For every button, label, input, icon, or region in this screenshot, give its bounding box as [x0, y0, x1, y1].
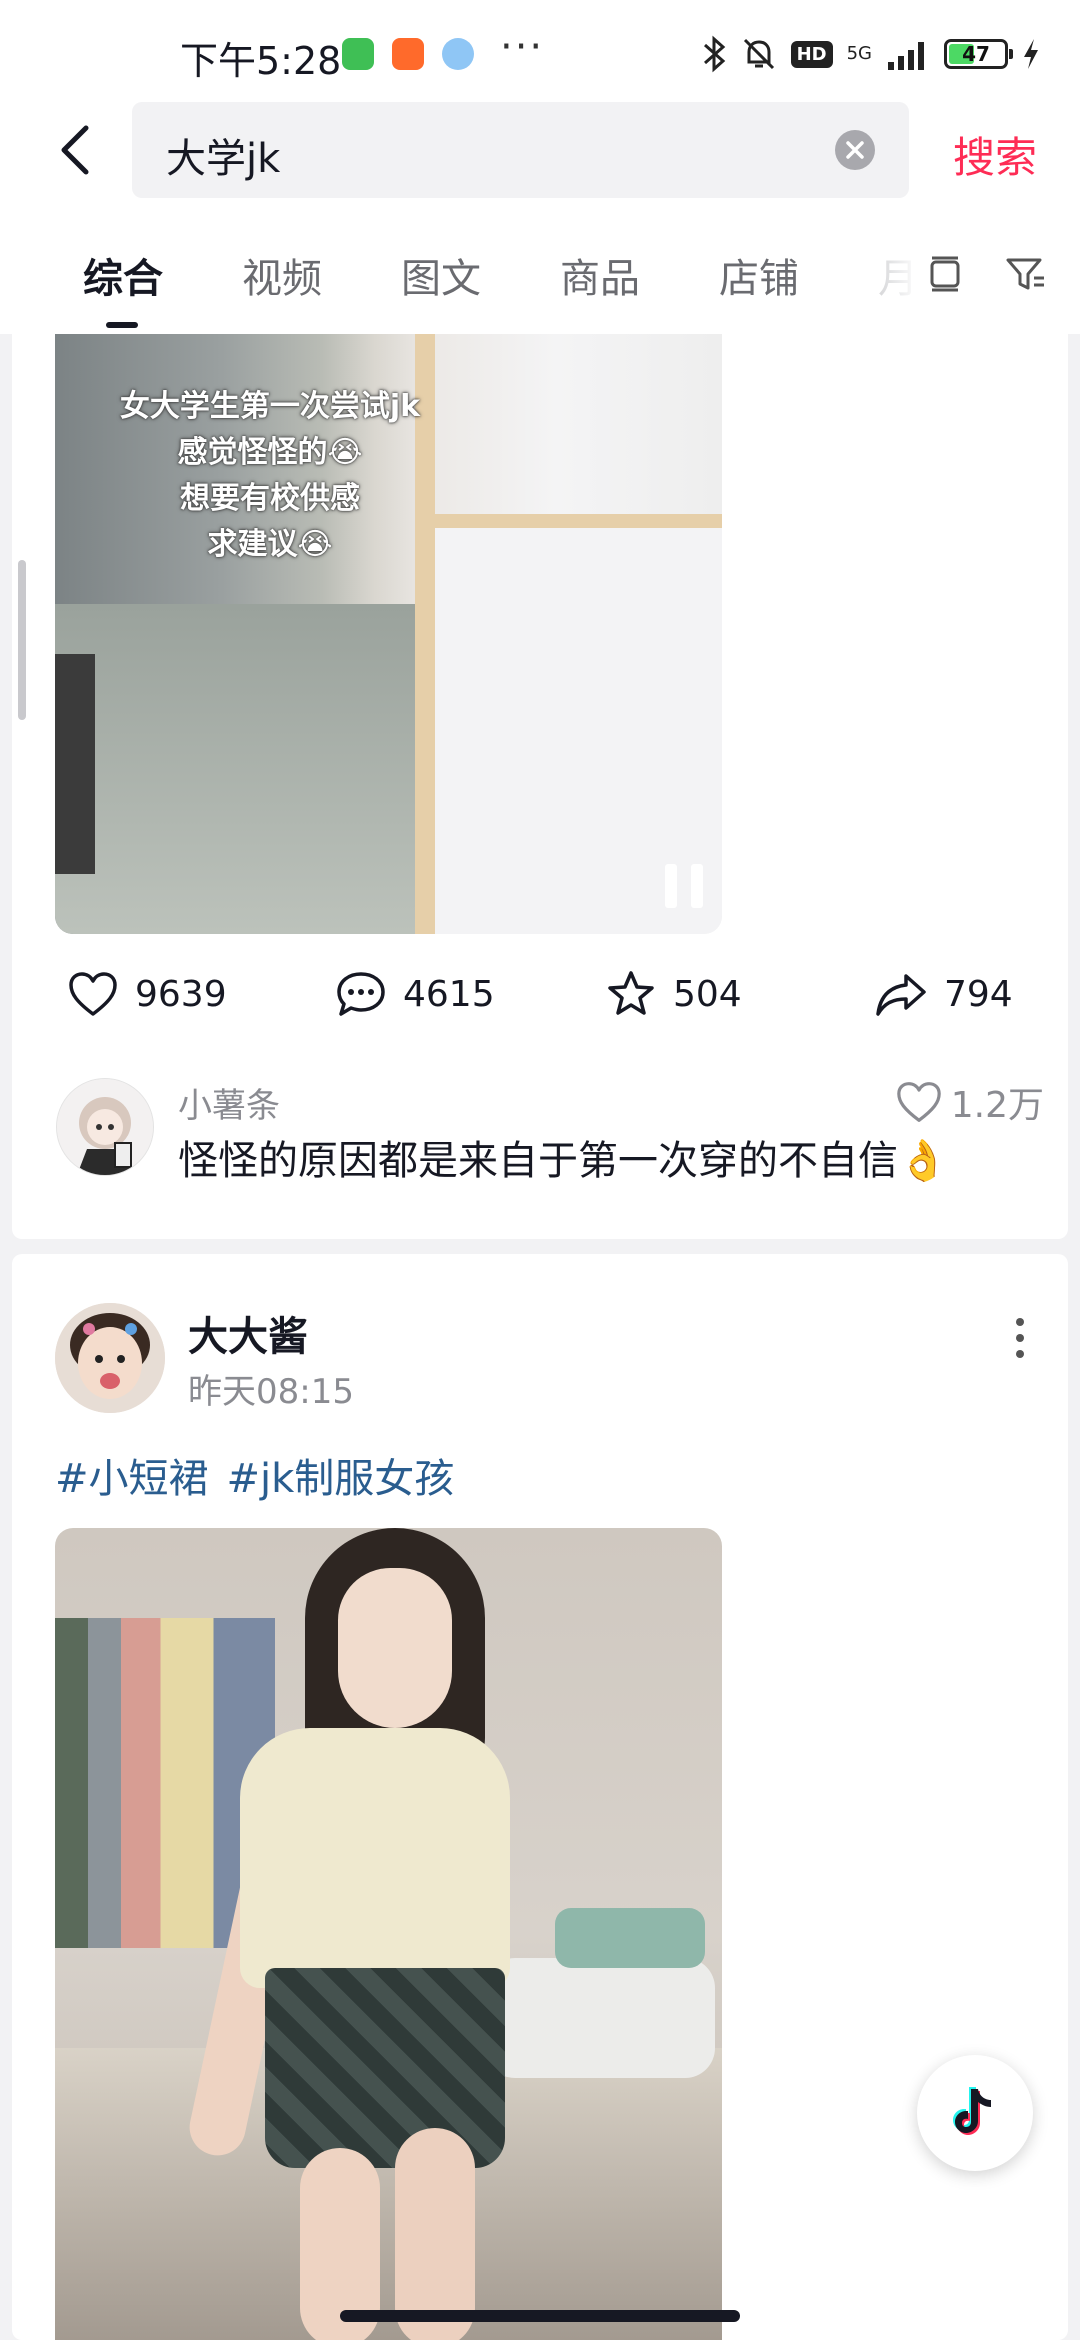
search-header: 大学jk 搜索: [0, 100, 1080, 210]
layout-icon[interactable]: [920, 248, 970, 298]
thumbnail-floor: [55, 604, 415, 934]
photo-face: [338, 1568, 452, 1728]
back-button[interactable]: [50, 120, 110, 180]
share-count: 794: [944, 973, 1013, 1015]
app-notification-icon: [342, 38, 374, 70]
photo-pillow: [485, 1958, 715, 2078]
mute-bell-icon: [743, 38, 774, 70]
like-button[interactable]: 9639: [67, 964, 227, 1024]
heart-icon: [896, 1082, 941, 1122]
caption-line: 感觉怪怪的😭: [177, 435, 363, 470]
battery-icon: 47: [944, 39, 1013, 69]
caption-line: 求建议😭: [207, 527, 333, 562]
active-tab-indicator: [106, 322, 138, 328]
favorite-count: 504: [673, 973, 742, 1015]
star-icon: [608, 971, 654, 1015]
hashtag-link[interactable]: #小短裙: [55, 1456, 209, 1502]
video-caption: 女大学生第一次尝试jk 感觉怪怪的😭 想要有校供感 求建议😭: [55, 384, 485, 568]
network-type: 5G: [846, 43, 872, 64]
battery-level: 47: [962, 42, 990, 66]
home-indicator[interactable]: [340, 2310, 740, 2322]
douyin-floating-button[interactable]: [917, 2055, 1033, 2171]
search-button[interactable]: 搜索: [953, 124, 1037, 185]
search-input[interactable]: 大学jk: [132, 102, 909, 198]
tab-image-text[interactable]: 图文: [401, 246, 481, 304]
caption-line: 想要有校供感: [180, 481, 360, 516]
tab-products[interactable]: 商品: [560, 246, 640, 304]
status-overflow-icon: ···: [500, 24, 545, 70]
comment-like-button[interactable]: 1.2万: [895, 1076, 1044, 1128]
author-name[interactable]: 大大酱: [188, 1304, 308, 1362]
signal-icon: [888, 42, 924, 70]
filter-icon[interactable]: [1000, 248, 1050, 298]
tab-fade: [860, 240, 920, 300]
status-bar: 下午5:28 ··· HD 5G 47: [0, 0, 1080, 100]
comment-avatar[interactable]: [56, 1078, 154, 1176]
pause-icon[interactable]: [665, 864, 705, 908]
comment-button[interactable]: 4615: [335, 964, 495, 1024]
pause-bar: [691, 864, 703, 908]
hashtag-list: #小短裙 #jk制服女孩: [55, 1446, 472, 1504]
more-options-button[interactable]: [1000, 1308, 1040, 1368]
avatar-image: [57, 1079, 153, 1175]
clear-icon: [846, 141, 864, 159]
tab-video[interactable]: 视频: [242, 246, 322, 304]
bluetooth-icon: [703, 35, 725, 73]
caption-line: 女大学生第一次尝试jk: [119, 389, 421, 424]
clear-search-button[interactable]: [835, 130, 875, 170]
post-card-1: 女大学生第一次尝试jk 感觉怪怪的😭 想要有校供感 求建议😭 9639 4615…: [12, 334, 1068, 1239]
pause-bar: [665, 864, 677, 908]
status-time: 下午5:28: [180, 39, 342, 83]
comment-count: 4615: [403, 973, 495, 1015]
share-icon: [876, 974, 926, 1016]
photo-skirt: [265, 1968, 505, 2168]
photo-towel: [555, 1908, 705, 1968]
hashtag-link[interactable]: #jk制服女孩: [227, 1456, 455, 1502]
thumbnail-shadow: [55, 654, 95, 874]
post-card-2: 大大酱 昨天08:15 #小短裙 #jk制服女孩: [12, 1254, 1068, 2340]
avatar-image: [55, 1303, 165, 1413]
favorite-button[interactable]: 504: [605, 964, 742, 1024]
scroll-indicator[interactable]: [18, 560, 26, 720]
status-right-group: HD 5G 47: [701, 34, 1040, 74]
comment-text: 怪怪的原因都是来自于第一次穿的不自信👌: [178, 1138, 948, 1184]
post-time: 昨天08:15: [188, 1372, 354, 1412]
author-avatar[interactable]: [55, 1303, 165, 1413]
search-query: 大学jk: [166, 136, 281, 182]
search-tabs: 综合 视频 图文 商品 店铺 月: [0, 210, 1080, 334]
tab-shops[interactable]: 店铺: [719, 246, 799, 304]
video-thumbnail[interactable]: 女大学生第一次尝试jk 感觉怪怪的😭 想要有校供感 求建议😭: [55, 334, 722, 934]
post-photo[interactable]: [55, 1528, 722, 2340]
douyin-logo-icon: [953, 2087, 991, 2135]
like-count: 9639: [135, 973, 227, 1015]
share-button[interactable]: 794: [874, 964, 1013, 1024]
app-notification-icon-58: [392, 38, 424, 70]
back-arrow-icon: [61, 125, 89, 175]
photo-leg: [395, 2128, 475, 2340]
comment-icon: [337, 972, 385, 1016]
more-icon: [1016, 1318, 1024, 1358]
app-notification-icon-flower: [442, 38, 474, 70]
post-actions: 9639 4615 504 794: [12, 964, 1068, 1024]
top-comment[interactable]: 小薯条 1.2万 怪怪的原因都是来自于第一次穿的不自信👌: [12, 1078, 1068, 1198]
comment-author[interactable]: 小薯条: [178, 1078, 280, 1127]
comment-like-count: 1.2万: [950, 1085, 1044, 1126]
photo-shirt: [240, 1728, 510, 1988]
heart-icon: [69, 972, 117, 1016]
hd-badge: HD: [790, 40, 833, 68]
charging-icon: [1024, 39, 1038, 69]
tab-comprehensive[interactable]: 综合: [83, 246, 163, 304]
